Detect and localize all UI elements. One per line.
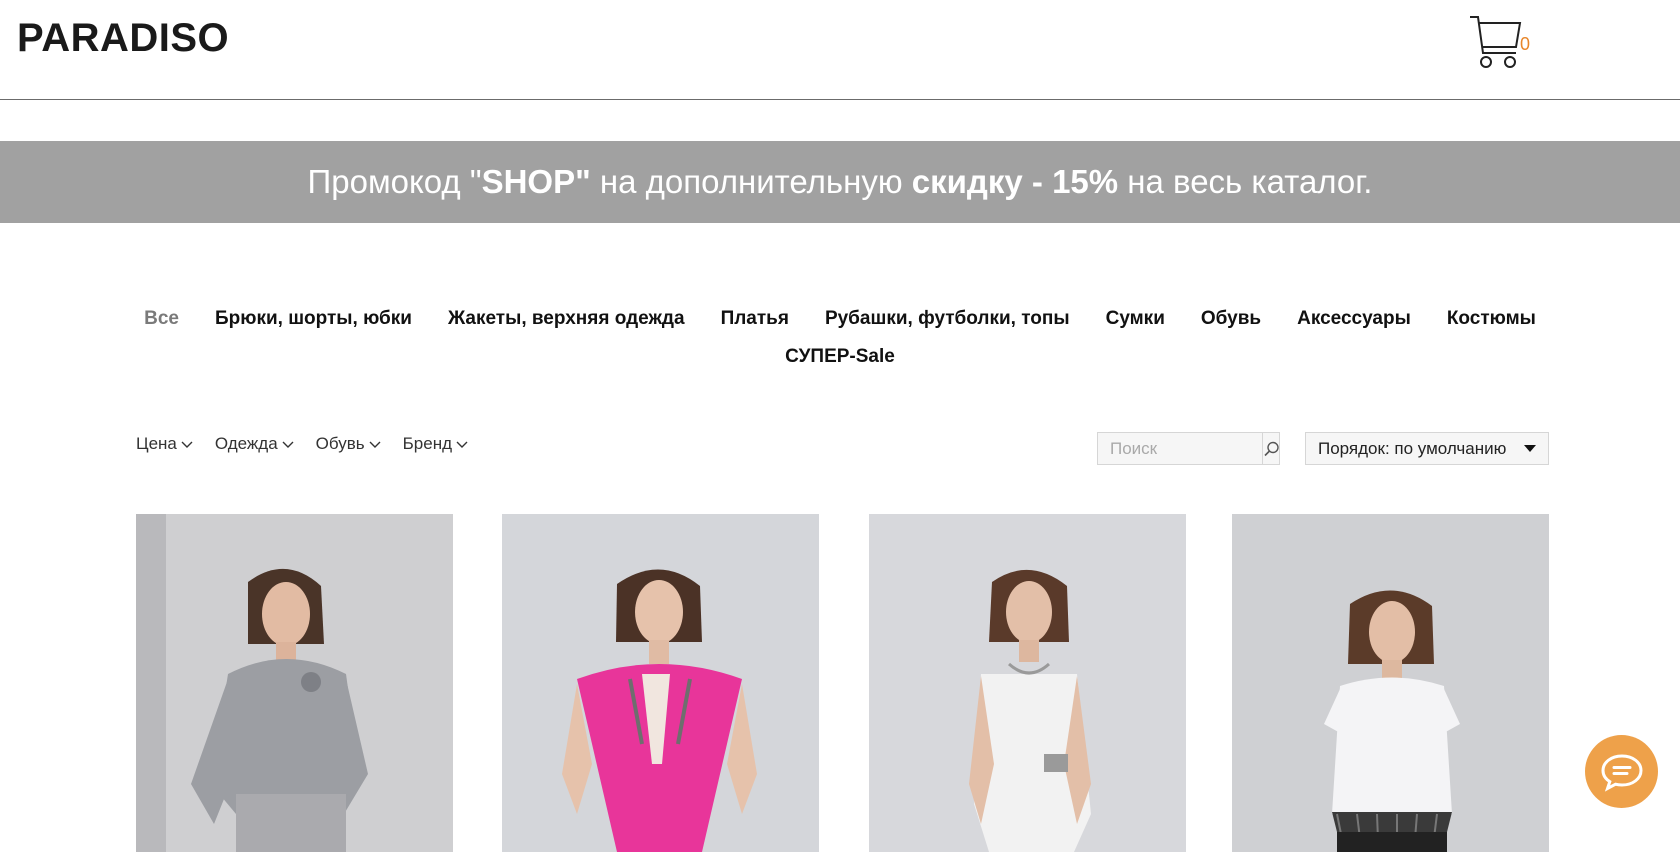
category-dresses[interactable]: Платья — [721, 303, 789, 335]
filter-shoes[interactable]: Обувь — [316, 434, 381, 454]
promo-code: SHOP" — [481, 163, 591, 200]
promo-discount: скидку - 15% — [911, 163, 1119, 200]
sort-label: Порядок: по умолчанию — [1318, 438, 1507, 458]
product-card[interactable] — [136, 514, 453, 852]
filter-brand-label: Бренд — [402, 434, 453, 453]
filter-bar: Цена Одежда Обувь Бренд — [136, 434, 468, 454]
category-bags[interactable]: Сумки — [1106, 303, 1165, 335]
product-grid — [136, 514, 1549, 852]
promo-text-1: Промокод " — [307, 163, 482, 200]
chat-icon — [1600, 753, 1643, 792]
product-image — [869, 514, 1186, 852]
product-image — [1232, 514, 1549, 852]
filter-clothing-label: Одежда — [214, 434, 278, 453]
category-super-sale[interactable]: СУПЕР-Sale — [785, 341, 895, 373]
promo-text-2: на дополнительную — [590, 163, 912, 200]
chat-button[interactable] — [1585, 735, 1658, 808]
promo-text-3: на весь каталог. — [1118, 163, 1373, 200]
cart-count: 0 — [1520, 34, 1531, 54]
product-card[interactable] — [502, 514, 819, 852]
category-row-1: Все Брюки, шорты, юбки Жакеты, верхняя о… — [0, 303, 1680, 335]
category-jackets[interactable]: Жакеты, верхняя одежда — [448, 303, 685, 335]
search-button[interactable] — [1262, 433, 1281, 464]
search-icon — [1264, 441, 1279, 456]
search-box — [1097, 432, 1280, 465]
category-accessories[interactable]: Аксессуары — [1297, 303, 1411, 335]
product-image — [502, 514, 819, 852]
category-shirts[interactable]: Рубашки, футболки, топы — [825, 303, 1070, 335]
product-card[interactable] — [1232, 514, 1549, 852]
dropdown-arrow-icon — [1524, 445, 1536, 452]
category-nav: Все Брюки, шорты, юбки Жакеты, верхняя о… — [0, 303, 1680, 373]
category-row-2: СУПЕР-Sale — [0, 341, 1680, 373]
category-shoes[interactable]: Обувь — [1201, 303, 1261, 335]
filter-clothing[interactable]: Одежда — [215, 434, 294, 454]
chevron-down-icon — [369, 441, 381, 448]
logo[interactable]: PARADISO — [17, 14, 229, 62]
filter-brand[interactable]: Бренд — [403, 434, 468, 454]
sort-select[interactable]: Порядок: по умолчанию — [1305, 432, 1549, 465]
category-suits[interactable]: Костюмы — [1447, 303, 1536, 335]
category-trousers[interactable]: Брюки, шорты, юбки — [215, 303, 412, 335]
filter-price-label: Цена — [136, 434, 177, 453]
product-image — [136, 514, 453, 852]
promo-banner: Промокод " SHOP" на дополнительную скидку… — [0, 141, 1680, 223]
search-input[interactable] — [1098, 433, 1262, 464]
cart-icon — [1470, 16, 1522, 68]
filter-shoes-label: Обувь — [315, 434, 365, 453]
chevron-down-icon — [181, 441, 193, 448]
site-header: PARADISO 0 — [0, 0, 1680, 100]
chevron-down-icon — [282, 441, 294, 448]
chevron-down-icon — [456, 441, 468, 448]
product-card[interactable] — [869, 514, 1186, 852]
filter-price[interactable]: Цена — [136, 434, 193, 454]
cart-button[interactable]: 0 — [1468, 14, 1531, 72]
category-all[interactable]: Все — [144, 303, 179, 335]
